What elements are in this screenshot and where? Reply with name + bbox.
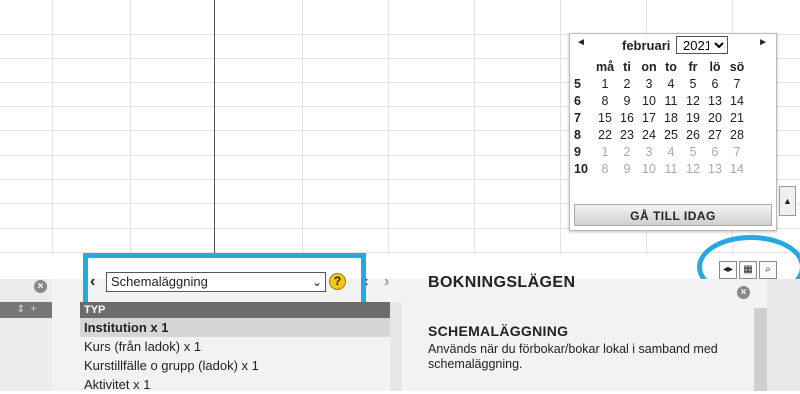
calendar-day[interactable]: 13 — [704, 160, 726, 177]
calendar-day[interactable]: 7 — [726, 143, 748, 160]
week-number[interactable]: 10 — [572, 160, 594, 177]
calendar-day[interactable]: 6 — [704, 75, 726, 92]
calendar-week-row: 6 8 9 10 11 12 13 14 — [572, 92, 748, 109]
panel-title: BOKNINGSLÄGEN — [428, 274, 576, 291]
calendar-day[interactable]: 19 — [682, 109, 704, 126]
calendar-day[interactable]: 2 — [616, 75, 638, 92]
list-item[interactable]: Aktivitet x 1 — [80, 375, 390, 394]
scroll-up-button[interactable]: ▲ — [779, 186, 796, 216]
calendar-grid: må ti on to fr lö sö 5 1 2 3 4 5 6 7 6 8 9 10 11 12 13 14 7 15 1… — [572, 58, 748, 177]
week-number[interactable]: 9 — [572, 143, 594, 160]
calendar-day[interactable]: 17 — [638, 109, 660, 126]
nav-right-icon[interactable]: › — [384, 273, 389, 291]
calendar-week-row: 51234567 — [572, 75, 748, 92]
week-number[interactable]: 5 — [572, 75, 594, 92]
left-panel — [0, 279, 52, 391]
calendar-day[interactable]: 6 — [704, 143, 726, 160]
calendar-day[interactable]: 27 — [704, 126, 726, 143]
calendar-body: 5 1 2 3 4 5 6 7 6 8 9 10 11 12 13 14 7 15 16 17 18 19 20 21 8 22 2… — [572, 75, 748, 177]
week-number[interactable]: 7 — [572, 109, 594, 126]
mode-description: Används när du förbokar/bokar lokal i sa… — [428, 342, 718, 371]
panel-scrollbar[interactable] — [754, 308, 767, 391]
list-item[interactable]: Kurs (från ladok) x 1 — [80, 337, 390, 356]
calendar-icon[interactable]: ▦ — [739, 261, 757, 279]
calendar-day[interactable]: 14 — [726, 92, 748, 109]
search-icon[interactable]: ⌕ — [759, 261, 777, 279]
calendar-day[interactable]: 22 — [594, 126, 616, 143]
left-panel-header: ⇕ + — [0, 302, 52, 318]
calendar-week-row: 91234567 — [572, 143, 748, 160]
calendar-day[interactable]: 10 — [638, 160, 660, 177]
tree-header: TYP — [80, 302, 390, 318]
next-month-icon[interactable]: ► — [758, 37, 768, 48]
type-list: Institution x 1 Kurs (från ladok) x 1 Ku… — [80, 318, 390, 394]
calendar-day[interactable]: 14 — [726, 160, 748, 177]
prev-next-icon[interactable]: ◂▸ — [719, 261, 737, 279]
calendar-day[interactable]: 20 — [704, 109, 726, 126]
calendar-day[interactable]: 11 — [660, 92, 682, 109]
list-scrollbar[interactable] — [390, 302, 402, 391]
calendar-day[interactable]: 15 — [594, 109, 616, 126]
weekday-label: sö — [729, 59, 745, 74]
calendar-day[interactable]: 9 — [616, 92, 638, 109]
weekday-label: må — [595, 59, 615, 74]
calendar-day[interactable]: 8 — [594, 92, 616, 109]
calendar-day[interactable]: 9 — [616, 160, 638, 177]
navigation-toolbar: ◂▸ ▦ ⌕ — [719, 261, 777, 279]
calendar-day[interactable]: 25 — [660, 126, 682, 143]
calendar-day[interactable]: 8 — [594, 160, 616, 177]
calendar-day[interactable]: 1 — [594, 75, 616, 92]
list-item[interactable]: Institution x 1 — [80, 318, 390, 337]
list-item[interactable]: Kurstillfälle o grupp (ladok) x 1 — [80, 356, 390, 375]
calendar-day[interactable]: 12 — [682, 92, 704, 109]
calendar-day[interactable]: 10 — [638, 92, 660, 109]
calendar-day[interactable]: 16 — [616, 109, 638, 126]
calendar-month: februari — [622, 38, 671, 53]
calendar-day[interactable]: 12 — [682, 160, 704, 177]
calendar-week-row: 7 15 16 17 18 19 20 21 — [572, 109, 748, 126]
calendar-day[interactable]: 3 — [638, 143, 660, 160]
weekday-label: on — [641, 59, 657, 74]
calendar-day[interactable]: 21 — [726, 109, 748, 126]
close-icon[interactable]: × — [34, 280, 47, 293]
weekday-label: lö — [709, 59, 721, 74]
go-to-today-button[interactable]: GÅ TILL IDAG — [574, 204, 772, 226]
calendar-day[interactable]: 4 — [660, 143, 682, 160]
previous-month-icon[interactable]: ◄ — [576, 37, 586, 48]
calendar-day[interactable]: 3 — [638, 75, 660, 92]
calendar-week-row: 10 8 9 10 11 12 13 14 — [572, 160, 748, 177]
calendar-day[interactable]: 26 — [682, 126, 704, 143]
mode-title: SCHEMALÄGGNING — [428, 323, 569, 339]
calendar-day[interactable]: 7 — [726, 75, 748, 92]
calendar-day[interactable]: 13 — [704, 92, 726, 109]
weekday-header-row: må ti on to fr lö sö — [572, 58, 748, 75]
close-panel-icon[interactable]: × — [737, 286, 750, 299]
calendar-week-row: 8 22 23 24 25 26 27 28 — [572, 126, 748, 143]
calendar-header: ◄ februari 2021 ► — [570, 34, 776, 56]
calendar-day[interactable]: 1 — [594, 143, 616, 160]
year-select[interactable]: 2021 — [676, 36, 728, 54]
date-picker-popup: ◄ februari 2021 ► må ti on to fr lö sö 5123456… — [569, 33, 777, 231]
calendar-day[interactable]: 11 — [660, 160, 682, 177]
calendar-day[interactable]: 28 — [726, 126, 748, 143]
calendar-day[interactable]: 5 — [682, 143, 704, 160]
calendar-day[interactable]: 23 — [616, 126, 638, 143]
calendar-day[interactable]: 2 — [616, 143, 638, 160]
calendar-day[interactable]: 18 — [660, 109, 682, 126]
highlight-rectangle — [83, 253, 366, 307]
calendar-day[interactable]: 24 — [638, 126, 660, 143]
weekday-label: ti — [623, 59, 631, 74]
week-number[interactable]: 8 — [572, 126, 594, 143]
weekday-label: to — [665, 59, 677, 74]
weekday-label: fr — [688, 59, 698, 74]
calendar-day[interactable]: 4 — [660, 75, 682, 92]
calendar-day[interactable]: 5 — [682, 75, 704, 92]
week-number[interactable]: 6 — [572, 92, 594, 109]
side-strip — [767, 279, 800, 391]
